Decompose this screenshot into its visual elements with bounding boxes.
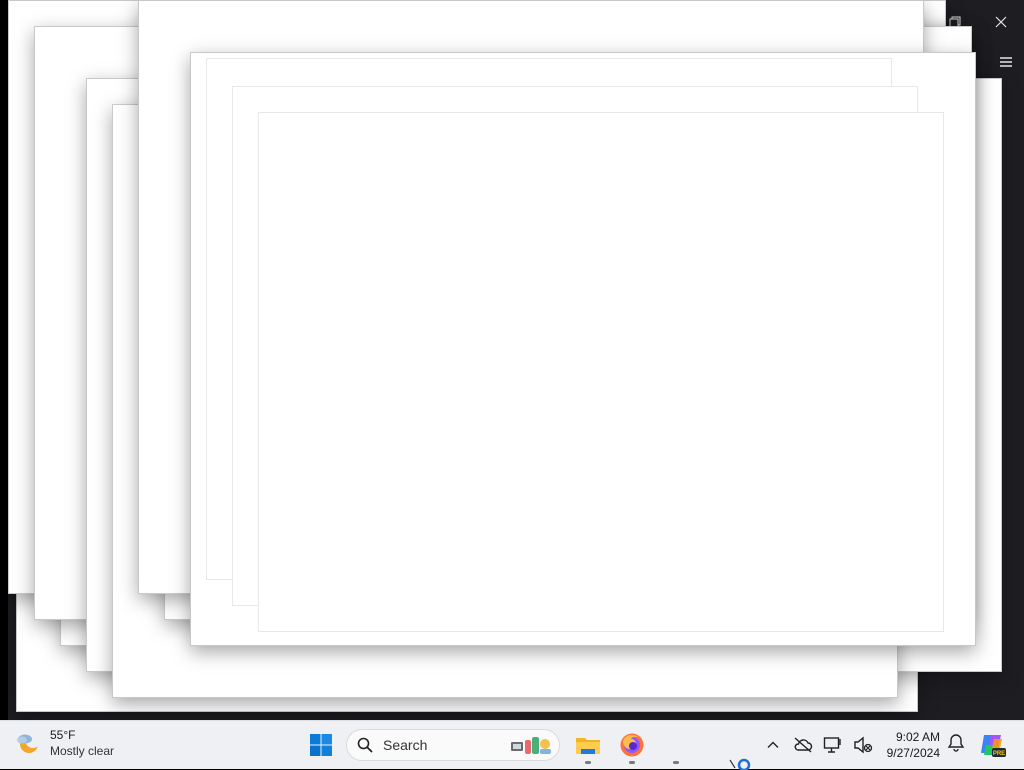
notifications-button[interactable] — [946, 733, 968, 755]
copilot-icon: PRE — [981, 735, 1006, 757]
windows-logo-icon — [310, 734, 332, 756]
hamburger-menu-button[interactable] — [998, 54, 1014, 70]
close-button[interactable] — [978, 0, 1024, 44]
moon-cloud-icon — [17, 732, 41, 753]
taskbar-app-running[interactable] — [660, 729, 692, 764]
running-indicator — [629, 761, 635, 764]
network-tray-button[interactable] — [821, 733, 845, 757]
monitor-network-icon — [823, 737, 841, 753]
cloud-offline-icon — [794, 737, 813, 753]
search-placeholder: Search — [383, 737, 428, 753]
bell-icon — [947, 734, 965, 752]
running-indicator — [585, 761, 591, 764]
window-ghost-frame — [258, 112, 944, 632]
folder-icon — [576, 738, 600, 754]
weather-temperature: 55°F — [50, 728, 76, 742]
taskbar: 55°F Mostly clear Search 9:02 AM 9/27/20… — [0, 720, 1024, 769]
taskbar-app-file-explorer[interactable] — [572, 729, 604, 764]
onedrive-tray-button[interactable] — [791, 733, 815, 757]
clock-date: 9/27/2024 — [886, 746, 940, 760]
taskbar-app-firefox[interactable] — [616, 729, 648, 764]
speaker-muted-icon — [854, 736, 873, 754]
start-button[interactable] — [306, 730, 336, 760]
firefox-icon — [620, 733, 644, 757]
copilot-badge-text: PRE — [993, 751, 1005, 757]
show-hidden-icons-button[interactable] — [761, 733, 785, 757]
hamburger-icon — [1000, 57, 1012, 67]
desktop — [0, 0, 1024, 720]
weather-text: 55°F Mostly clear — [50, 727, 114, 759]
clock-time: 9:02 AM — [895, 730, 940, 744]
search-highlight-illustration-icon — [511, 737, 551, 754]
mouse-cursor-icon — [729, 758, 751, 770]
system-tray — [758, 721, 878, 769]
search-icon — [357, 737, 373, 753]
chevron-up-icon — [767, 741, 779, 748]
copilot-button[interactable]: PRE — [978, 731, 1006, 759]
volume-tray-button[interactable] — [851, 733, 875, 757]
search-input[interactable]: Search — [346, 729, 560, 761]
weather-widget[interactable]: 55°F Mostly clear — [14, 727, 114, 759]
close-icon — [995, 16, 1007, 28]
weather-condition: Mostly clear — [50, 744, 115, 758]
clock[interactable]: 9:02 AM 9/27/2024 — [880, 729, 940, 761]
running-indicator — [673, 761, 679, 764]
